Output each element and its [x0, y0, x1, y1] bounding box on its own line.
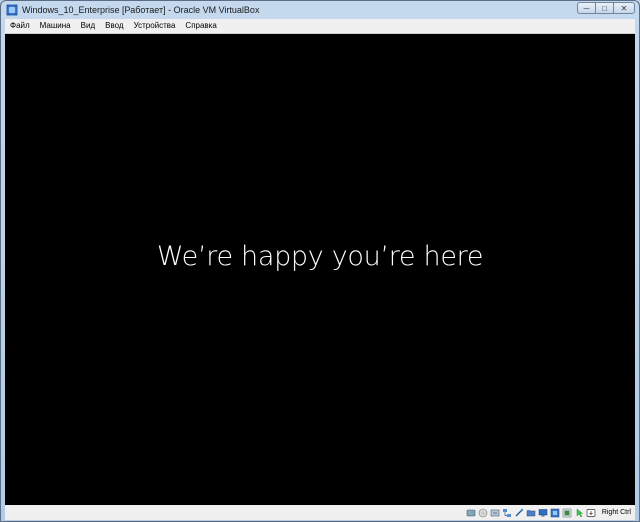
- mouse-integration-icon[interactable]: [574, 508, 584, 518]
- menu-machine[interactable]: Машина: [35, 19, 76, 33]
- vm-display[interactable]: We’re happy you’re here: [5, 34, 635, 505]
- title-bar[interactable]: Windows_10_Enterprise [Работает] - Oracl…: [1, 1, 639, 19]
- minimize-icon: ─: [583, 3, 590, 13]
- maximize-icon: □: [602, 3, 607, 13]
- keyboard-icon[interactable]: [586, 508, 596, 518]
- menu-input[interactable]: Ввод: [100, 19, 128, 33]
- display-icon[interactable]: [538, 508, 548, 518]
- virtualbox-window: Windows_10_Enterprise [Работает] - Oracl…: [0, 0, 640, 522]
- virtualbox-icon: [6, 4, 18, 16]
- hard-disk-icon[interactable]: [466, 508, 476, 518]
- minimize-button[interactable]: ─: [577, 2, 595, 14]
- menu-file[interactable]: Файл: [5, 19, 35, 33]
- menu-help[interactable]: Справка: [180, 19, 221, 33]
- virtualization-icon[interactable]: [562, 508, 572, 518]
- menu-bar: Файл Машина Вид Ввод Устройства Справка: [5, 19, 635, 34]
- caption-buttons: ─ □ ✕: [577, 2, 635, 14]
- menu-view[interactable]: Вид: [76, 19, 100, 33]
- status-bar: Right Ctrl: [5, 505, 635, 520]
- close-icon: ✕: [620, 3, 628, 13]
- shared-folders-icon[interactable]: [526, 508, 536, 518]
- maximize-button[interactable]: □: [595, 2, 613, 14]
- audio-icon[interactable]: [490, 508, 500, 518]
- host-key-label: Right Ctrl: [601, 509, 631, 516]
- window-title: Windows_10_Enterprise [Работает] - Oracl…: [22, 5, 260, 15]
- usb-icon[interactable]: [514, 508, 524, 518]
- close-button[interactable]: ✕: [613, 2, 635, 14]
- menu-devices[interactable]: Устройства: [129, 19, 181, 33]
- video-capture-icon[interactable]: [550, 508, 560, 518]
- network-icon[interactable]: [502, 508, 512, 518]
- welcome-message: We’re happy you’re here: [156, 241, 484, 272]
- optical-drive-icon[interactable]: [478, 508, 488, 518]
